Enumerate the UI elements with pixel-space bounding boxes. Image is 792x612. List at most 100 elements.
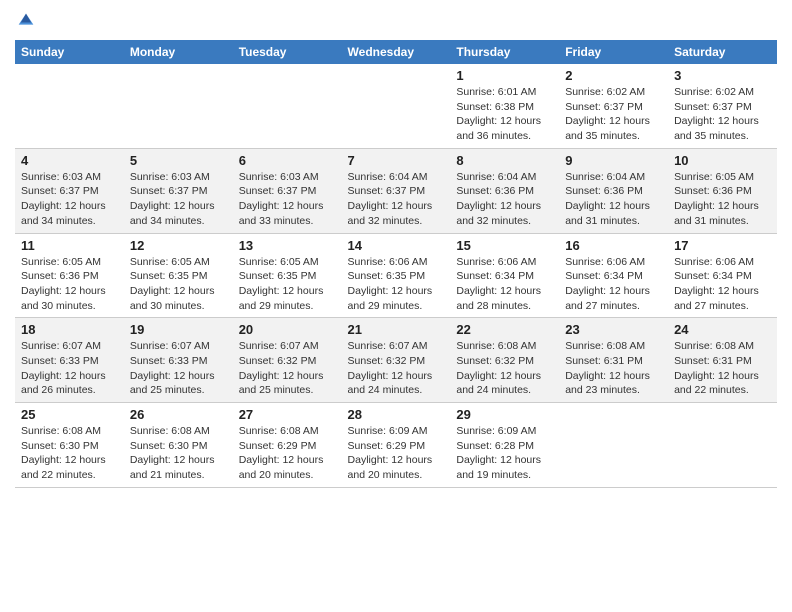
day-number: 19 <box>130 322 227 337</box>
day-number: 15 <box>456 238 553 253</box>
calendar-cell: 22 Sunrise: 6:08 AMSunset: 6:32 PMDayligh… <box>450 318 559 403</box>
header-monday: Monday <box>124 40 233 64</box>
header-sunday: Sunday <box>15 40 124 64</box>
day-number: 14 <box>348 238 445 253</box>
day-number: 12 <box>130 238 227 253</box>
day-number: 7 <box>348 153 445 168</box>
calendar-cell: 9 Sunrise: 6:04 AMSunset: 6:36 PMDaylight… <box>559 148 668 233</box>
day-info: Sunrise: 6:07 AMSunset: 6:33 PMDaylight:… <box>130 339 227 398</box>
calendar-cell: 11 Sunrise: 6:05 AMSunset: 6:36 PMDayligh… <box>15 233 124 318</box>
day-info: Sunrise: 6:06 AMSunset: 6:35 PMDaylight:… <box>348 255 445 314</box>
header-saturday: Saturday <box>668 40 777 64</box>
day-number: 22 <box>456 322 553 337</box>
calendar-cell <box>124 64 233 148</box>
calendar-cell: 10 Sunrise: 6:05 AMSunset: 6:36 PMDayligh… <box>668 148 777 233</box>
calendar-cell: 15 Sunrise: 6:06 AMSunset: 6:34 PMDayligh… <box>450 233 559 318</box>
day-info: Sunrise: 6:04 AMSunset: 6:36 PMDaylight:… <box>565 170 662 229</box>
header-friday: Friday <box>559 40 668 64</box>
day-info: Sunrise: 6:03 AMSunset: 6:37 PMDaylight:… <box>239 170 336 229</box>
week-row-3: 11 Sunrise: 6:05 AMSunset: 6:36 PMDayligh… <box>15 233 777 318</box>
day-info: Sunrise: 6:07 AMSunset: 6:32 PMDaylight:… <box>239 339 336 398</box>
calendar-header-row: SundayMondayTuesdayWednesdayThursdayFrid… <box>15 40 777 64</box>
calendar-cell: 24 Sunrise: 6:08 AMSunset: 6:31 PMDayligh… <box>668 318 777 403</box>
day-number: 26 <box>130 407 227 422</box>
calendar-cell: 4 Sunrise: 6:03 AMSunset: 6:37 PMDaylight… <box>15 148 124 233</box>
day-info: Sunrise: 6:07 AMSunset: 6:33 PMDaylight:… <box>21 339 118 398</box>
day-info: Sunrise: 6:02 AMSunset: 6:37 PMDaylight:… <box>674 85 771 144</box>
day-info: Sunrise: 6:06 AMSunset: 6:34 PMDaylight:… <box>674 255 771 314</box>
calendar-cell: 14 Sunrise: 6:06 AMSunset: 6:35 PMDayligh… <box>342 233 451 318</box>
calendar-cell: 16Sunrise: 6:06 AMSunset: 6:34 PMDayligh… <box>559 233 668 318</box>
day-number: 11 <box>21 238 118 253</box>
day-info: Sunrise: 6:08 AMSunset: 6:30 PMDaylight:… <box>130 424 227 483</box>
day-info: Sunrise: 6:08 AMSunset: 6:32 PMDaylight:… <box>456 339 553 398</box>
calendar-cell: 13 Sunrise: 6:05 AMSunset: 6:35 PMDayligh… <box>233 233 342 318</box>
day-number: 4 <box>21 153 118 168</box>
calendar-cell <box>15 64 124 148</box>
calendar-cell: 8 Sunrise: 6:04 AMSunset: 6:36 PMDaylight… <box>450 148 559 233</box>
calendar-cell: 20 Sunrise: 6:07 AMSunset: 6:32 PMDayligh… <box>233 318 342 403</box>
calendar-cell <box>668 403 777 488</box>
day-number: 25 <box>21 407 118 422</box>
calendar-cell: 29 Sunrise: 6:09 AMSunset: 6:28 PMDayligh… <box>450 403 559 488</box>
calendar-cell: 2 Sunrise: 6:02 AMSunset: 6:37 PMDaylight… <box>559 64 668 148</box>
day-number: 13 <box>239 238 336 253</box>
header-thursday: Thursday <box>450 40 559 64</box>
day-number: 1 <box>456 68 553 83</box>
day-info: Sunrise: 6:08 AMSunset: 6:31 PMDaylight:… <box>674 339 771 398</box>
day-number: 23 <box>565 322 662 337</box>
day-number: 28 <box>348 407 445 422</box>
calendar-cell: 27Sunrise: 6:08 AMSunset: 6:29 PMDayligh… <box>233 403 342 488</box>
week-row-4: 18 Sunrise: 6:07 AMSunset: 6:33 PMDayligh… <box>15 318 777 403</box>
day-number: 29 <box>456 407 553 422</box>
calendar-cell: 12 Sunrise: 6:05 AMSunset: 6:35 PMDayligh… <box>124 233 233 318</box>
day-number: 17 <box>674 238 771 253</box>
week-row-5: 25 Sunrise: 6:08 AMSunset: 6:30 PMDayligh… <box>15 403 777 488</box>
day-info: Sunrise: 6:08 AMSunset: 6:30 PMDaylight:… <box>21 424 118 483</box>
calendar-cell: 21Sunrise: 6:07 AMSunset: 6:32 PMDayligh… <box>342 318 451 403</box>
day-info: Sunrise: 6:08 AMSunset: 6:29 PMDaylight:… <box>239 424 336 483</box>
page-header <box>15 10 777 32</box>
calendar-cell: 19 Sunrise: 6:07 AMSunset: 6:33 PMDayligh… <box>124 318 233 403</box>
day-info: Sunrise: 6:04 AMSunset: 6:37 PMDaylight:… <box>348 170 445 229</box>
day-number: 18 <box>21 322 118 337</box>
day-info: Sunrise: 6:07 AMSunset: 6:32 PMDaylight:… <box>348 339 445 398</box>
day-info: Sunrise: 6:09 AMSunset: 6:28 PMDaylight:… <box>456 424 553 483</box>
day-info: Sunrise: 6:06 AMSunset: 6:34 PMDaylight:… <box>456 255 553 314</box>
logo-icon <box>15 10 37 32</box>
week-row-2: 4 Sunrise: 6:03 AMSunset: 6:37 PMDaylight… <box>15 148 777 233</box>
calendar-cell: 7 Sunrise: 6:04 AMSunset: 6:37 PMDaylight… <box>342 148 451 233</box>
day-info: Sunrise: 6:05 AMSunset: 6:35 PMDaylight:… <box>239 255 336 314</box>
day-info: Sunrise: 6:03 AMSunset: 6:37 PMDaylight:… <box>130 170 227 229</box>
day-info: Sunrise: 6:09 AMSunset: 6:29 PMDaylight:… <box>348 424 445 483</box>
calendar-cell: 25 Sunrise: 6:08 AMSunset: 6:30 PMDayligh… <box>15 403 124 488</box>
calendar-cell: 23 Sunrise: 6:08 AMSunset: 6:31 PMDayligh… <box>559 318 668 403</box>
calendar-table: SundayMondayTuesdayWednesdayThursdayFrid… <box>15 40 777 488</box>
calendar-cell <box>342 64 451 148</box>
week-row-1: 1 Sunrise: 6:01 AMSunset: 6:38 PMDaylight… <box>15 64 777 148</box>
day-info: Sunrise: 6:05 AMSunset: 6:36 PMDaylight:… <box>21 255 118 314</box>
calendar-cell: 3Sunrise: 6:02 AMSunset: 6:37 PMDaylight… <box>668 64 777 148</box>
calendar-cell <box>559 403 668 488</box>
day-info: Sunrise: 6:04 AMSunset: 6:36 PMDaylight:… <box>456 170 553 229</box>
day-number: 2 <box>565 68 662 83</box>
day-number: 5 <box>130 153 227 168</box>
header-wednesday: Wednesday <box>342 40 451 64</box>
day-number: 16 <box>565 238 662 253</box>
calendar-cell: 26 Sunrise: 6:08 AMSunset: 6:30 PMDayligh… <box>124 403 233 488</box>
day-info: Sunrise: 6:05 AMSunset: 6:35 PMDaylight:… <box>130 255 227 314</box>
day-info: Sunrise: 6:02 AMSunset: 6:37 PMDaylight:… <box>565 85 662 144</box>
day-info: Sunrise: 6:03 AMSunset: 6:37 PMDaylight:… <box>21 170 118 229</box>
day-info: Sunrise: 6:05 AMSunset: 6:36 PMDaylight:… <box>674 170 771 229</box>
day-info: Sunrise: 6:08 AMSunset: 6:31 PMDaylight:… <box>565 339 662 398</box>
day-number: 9 <box>565 153 662 168</box>
calendar-cell: 6Sunrise: 6:03 AMSunset: 6:37 PMDaylight… <box>233 148 342 233</box>
day-number: 24 <box>674 322 771 337</box>
calendar-cell: 17 Sunrise: 6:06 AMSunset: 6:34 PMDayligh… <box>668 233 777 318</box>
day-info: Sunrise: 6:01 AMSunset: 6:38 PMDaylight:… <box>456 85 553 144</box>
day-number: 8 <box>456 153 553 168</box>
logo <box>15 10 39 32</box>
day-number: 20 <box>239 322 336 337</box>
calendar-cell: 18 Sunrise: 6:07 AMSunset: 6:33 PMDayligh… <box>15 318 124 403</box>
day-number: 10 <box>674 153 771 168</box>
